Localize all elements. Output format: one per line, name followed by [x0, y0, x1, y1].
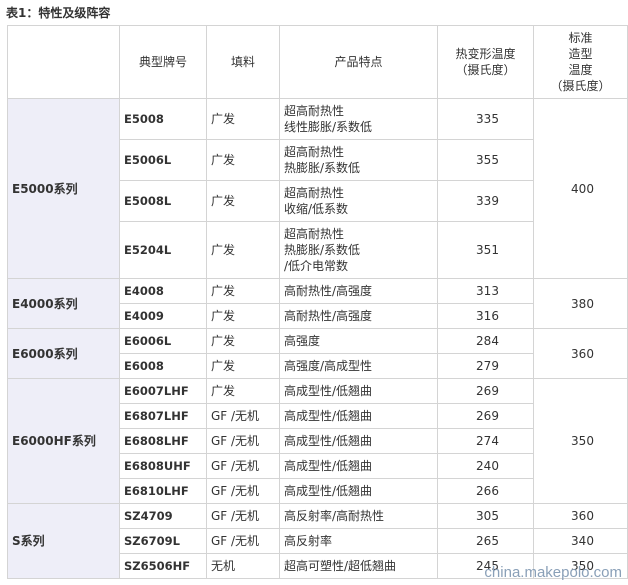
- grade-cell: E6810LHF: [119, 478, 207, 504]
- table-caption: 表1：特性及级阵容: [6, 6, 111, 20]
- grade-cell: E4009: [119, 303, 207, 329]
- molding-temp-cell: 360: [533, 503, 628, 529]
- molding-temp-cell: 400: [533, 98, 628, 279]
- filler-cell: 广发: [206, 353, 280, 379]
- features-cell: 高耐热性/高强度: [279, 303, 438, 329]
- hdt-cell: 284: [437, 328, 534, 354]
- series-cell: S系列: [7, 503, 120, 579]
- hdt-cell: 274: [437, 428, 534, 454]
- features-cell: 高强度/高成型性: [279, 353, 438, 379]
- grade-cell: E6006L: [119, 328, 207, 354]
- features-cell: 高成型性/低翘曲: [279, 453, 438, 479]
- filler-cell: GF /无机: [206, 503, 280, 529]
- features-cell: 超高耐热性 收缩/低系数: [279, 180, 438, 222]
- features-cell: 高强度: [279, 328, 438, 354]
- hdt-cell: 351: [437, 221, 534, 279]
- grade-cell: SZ4709: [119, 503, 207, 529]
- grade-cell: E5204L: [119, 221, 207, 279]
- features-cell: 高反射率/高耐热性: [279, 503, 438, 529]
- header-row: 典型牌号 填料 产品特点 热变形温度 （摄氏度） 标准 造型 温度 （摄氏度）: [7, 25, 628, 99]
- table-row: E4000系列 E4008 广发 高耐热性/高强度 313 380: [7, 278, 628, 329]
- hdt-cell: 316: [437, 303, 534, 329]
- features-cell: 高耐热性/高强度: [279, 278, 438, 304]
- grade-cell: E6008: [119, 353, 207, 379]
- table-row: E6000HF系列 E6007LHF 广发 高成型性/低翘曲 269 350: [7, 378, 628, 504]
- hdt-cell: 355: [437, 139, 534, 181]
- hdt-cell: 266: [437, 478, 534, 504]
- filler-cell: 广发: [206, 180, 280, 222]
- filler-cell: 广发: [206, 278, 280, 304]
- hdt-cell: 313: [437, 278, 534, 304]
- header-molding-temp: 标准 造型 温度 （摄氏度）: [533, 25, 628, 99]
- grade-cell: E6808UHF: [119, 453, 207, 479]
- series-cell: E4000系列: [7, 278, 120, 329]
- filler-cell: 广发: [206, 98, 280, 140]
- features-cell: 高成型性/低翘曲: [279, 428, 438, 454]
- filler-cell: 广发: [206, 139, 280, 181]
- molding-temp-cell: 380: [533, 278, 628, 329]
- grade-cell: E6808LHF: [119, 428, 207, 454]
- series-cell: E6000系列: [7, 328, 120, 379]
- molding-temp-cell: 340: [533, 528, 628, 554]
- header-features: 产品特点: [279, 25, 438, 99]
- filler-cell: GF /无机: [206, 453, 280, 479]
- hdt-cell: 339: [437, 180, 534, 222]
- hdt-cell: 269: [437, 403, 534, 429]
- features-cell: 超高耐热性 热膨胀/系数低: [279, 139, 438, 181]
- features-cell: 超高耐热性 线性膨胀/系数低: [279, 98, 438, 140]
- series-cell: E6000HF系列: [7, 378, 120, 504]
- hdt-cell: 240: [437, 453, 534, 479]
- series-cell: E5000系列: [7, 98, 120, 279]
- filler-cell: 广发: [206, 221, 280, 279]
- header-series: [7, 25, 120, 99]
- filler-cell: 广发: [206, 303, 280, 329]
- header-grade: 典型牌号: [119, 25, 207, 99]
- features-cell: 高成型性/低翘曲: [279, 478, 438, 504]
- filler-cell: 无机: [206, 553, 280, 579]
- filler-cell: GF /无机: [206, 478, 280, 504]
- hdt-cell: 279: [437, 353, 534, 379]
- features-cell: 超高耐热性 热膨胀/系数低 /低介电常数: [279, 221, 438, 279]
- molding-temp-cell: 360: [533, 328, 628, 379]
- filler-cell: GF /无机: [206, 528, 280, 554]
- table-row: E5000系列 E5008 广发 超高耐热性 线性膨胀/系数低 335 400: [7, 98, 628, 279]
- grade-cell: SZ6709L: [119, 528, 207, 554]
- grade-cell: E4008: [119, 278, 207, 304]
- filler-cell: 广发: [206, 328, 280, 354]
- table-row: E6000系列 E6006L 广发 高强度 284 360: [7, 328, 628, 379]
- filler-cell: GF /无机: [206, 428, 280, 454]
- watermark: china.makepolo.com: [484, 564, 622, 581]
- header-filler: 填料: [206, 25, 280, 99]
- grade-cell: E6807LHF: [119, 403, 207, 429]
- filler-cell: 广发: [206, 378, 280, 404]
- hdt-cell: 305: [437, 503, 534, 529]
- hdt-cell: 269: [437, 378, 534, 404]
- grade-cell: SZ6506HF: [119, 553, 207, 579]
- table-row: S系列 SZ4709 GF /无机 高反射率/高耐热性 305 360: [7, 503, 628, 579]
- features-cell: 高成型性/低翘曲: [279, 403, 438, 429]
- grade-cell: E5008: [119, 98, 207, 140]
- spec-table: 典型牌号 填料 产品特点 热变形温度 （摄氏度） 标准 造型 温度 （摄氏度） …: [7, 25, 628, 579]
- header-hdt: 热变形温度 （摄氏度）: [437, 25, 534, 99]
- features-cell: 高反射率: [279, 528, 438, 554]
- features-cell: 高成型性/低翘曲: [279, 378, 438, 404]
- features-cell: 超高可塑性/超低翘曲: [279, 553, 438, 579]
- hdt-cell: 335: [437, 98, 534, 140]
- molding-temp-cell: 350: [533, 378, 628, 504]
- grade-cell: E5006L: [119, 139, 207, 181]
- hdt-cell: 265: [437, 528, 534, 554]
- filler-cell: GF /无机: [206, 403, 280, 429]
- grade-cell: E6007LHF: [119, 378, 207, 404]
- grade-cell: E5008L: [119, 180, 207, 222]
